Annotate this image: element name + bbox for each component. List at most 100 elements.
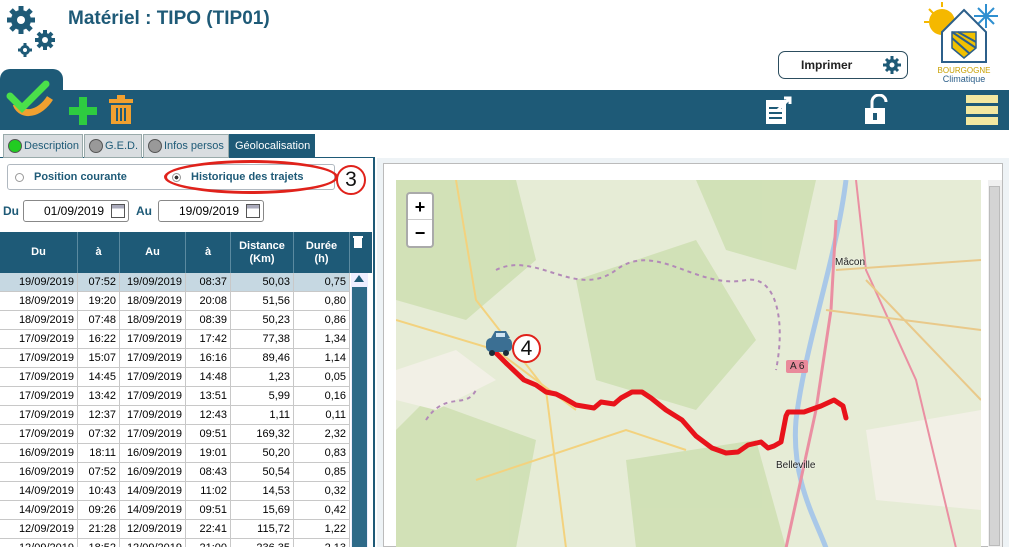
table-cell: 0,86 — [294, 311, 350, 330]
table-cell: 1,34 — [294, 330, 350, 349]
status-dot-icon — [148, 139, 162, 153]
table-row[interactable]: 12/09/2019 21:28 12/09/2019 22:41 115,72 1,22 — [0, 520, 350, 539]
table-row[interactable]: 12/09/201918:5212/09/201921:00236,352,13 — [0, 539, 350, 547]
table-cell: 50,03 — [231, 273, 294, 292]
table-cell: 12:37 — [78, 406, 120, 425]
calendar-icon[interactable] — [111, 204, 125, 218]
table-cell: 15,69 — [231, 501, 294, 520]
col-header-du[interactable]: Du — [0, 232, 78, 273]
annotation-badge-4: 4 — [512, 334, 541, 363]
map-scroll-thumb[interactable] — [989, 186, 1000, 546]
table-row[interactable]: 18/09/2019 19:20 18/09/2019 20:08 51,56 0,80 — [0, 292, 350, 311]
to-label: Au — [136, 204, 152, 218]
table-row[interactable]: 17/09/2019 16:22 17/09/2019 17:42 77,38 1,34 — [0, 330, 350, 349]
table-cell: 14/09/2019 — [0, 501, 78, 520]
col-header-a[interactable]: à — [78, 232, 120, 273]
radio-current-position[interactable]: Position courante — [15, 171, 127, 183]
unlock-icon[interactable] — [862, 94, 892, 126]
zoom-out-button[interactable]: − — [408, 220, 432, 246]
table-cell: 0,42 — [294, 501, 350, 520]
map-scrollbar[interactable] — [988, 180, 1002, 547]
table-cell: 08:37 — [186, 273, 231, 292]
table-cell: 13:51 — [186, 387, 231, 406]
table-row[interactable]: 14/09/2019 09:26 14/09/2019 09:51 15,69 0,42 — [0, 501, 350, 520]
to-date-value: 19/09/2019 — [179, 204, 240, 218]
col-header-duree[interactable]: Durée (h) — [294, 232, 350, 273]
table-cell: 14/09/2019 — [0, 482, 78, 501]
table-cell: 1,23 — [231, 368, 294, 387]
table-header: Du à Au à Distance (Km) Durée (h) — [0, 232, 372, 273]
table-cell: 16/09/2019 — [120, 444, 186, 463]
menu-icon[interactable] — [966, 94, 998, 126]
table-cell: 07:48 — [78, 311, 120, 330]
tab-ged[interactable]: G.E.D. — [84, 134, 142, 158]
table-cell: 19/09/2019 — [120, 273, 186, 292]
table-row[interactable]: 19/09/2019 07:52 19/09/2019 08:37 50,03 0,75 — [0, 273, 350, 292]
table-cell: 17/09/2019 — [0, 387, 78, 406]
table-scrollbar[interactable] — [351, 273, 368, 547]
table-cell: 115,72 — [231, 520, 294, 539]
table-cell: 77,38 — [231, 330, 294, 349]
tab-description[interactable]: Description — [3, 134, 83, 158]
table-cell: 18:11 — [78, 444, 120, 463]
tab-label: G.E.D. — [105, 140, 139, 152]
table-cell: 18/09/2019 — [120, 292, 186, 311]
export-document-icon[interactable] — [764, 96, 794, 126]
clear-sort-icon[interactable] — [353, 236, 363, 248]
scroll-up-icon[interactable] — [354, 275, 364, 282]
table-cell: 17/09/2019 — [120, 425, 186, 444]
table-cell: 07:52 — [78, 463, 120, 482]
tab-geolocalisation[interactable]: Géolocalisation — [229, 134, 315, 158]
table-row[interactable]: 17/09/2019 14:45 17/09/2019 14:48 1,23 0,05 — [0, 368, 350, 387]
tab-infos-persos[interactable]: Infos persos — [143, 134, 229, 158]
table-row[interactable]: 17/09/2019 13:42 17/09/2019 13:51 5,99 0,16 — [0, 387, 350, 406]
date-range: Du 01/09/2019 Au 19/09/2019 — [0, 198, 375, 263]
add-icon[interactable] — [68, 96, 98, 126]
table-cell: 17:42 — [186, 330, 231, 349]
table-row[interactable]: 17/09/2019 07:32 17/09/2019 09:51 169,32 2,32 — [0, 425, 350, 444]
zoom-control: + − — [406, 192, 434, 248]
table-cell: 19:20 — [78, 292, 120, 311]
print-button[interactable]: Imprimer — [778, 51, 908, 79]
col-header-au[interactable]: Au — [120, 232, 186, 273]
table-row[interactable]: 17/09/2019 12:37 17/09/2019 12:43 1,11 0,11 — [0, 406, 350, 425]
validate-check-icon[interactable] — [6, 78, 60, 118]
table-cell: 0,85 — [294, 463, 350, 482]
table-cell: 18/09/2019 — [120, 311, 186, 330]
table-cell: 12/09/2019 — [120, 539, 186, 547]
table-row[interactable]: 14/09/2019 10:43 14/09/2019 11:02 14,53 0,32 — [0, 482, 350, 501]
table-cell: 14/09/2019 — [120, 501, 186, 520]
to-date-input[interactable]: 19/09/2019 — [158, 200, 264, 222]
table-cell: 0,05 — [294, 368, 350, 387]
calendar-icon[interactable] — [246, 204, 260, 218]
table-cell: 21:00 — [186, 539, 231, 547]
table-cell: 12/09/2019 — [0, 520, 78, 539]
delete-trash-icon[interactable] — [108, 95, 134, 125]
table-row[interactable]: 17/09/2019 15:07 17/09/2019 16:16 89,46 1,14 — [0, 349, 350, 368]
table-cell: 89,46 — [231, 349, 294, 368]
scroll-thumb[interactable] — [352, 287, 367, 547]
col-header-distance[interactable]: Distance (Km) — [231, 232, 294, 273]
table-cell: 0,16 — [294, 387, 350, 406]
tab-label: Géolocalisation — [235, 140, 311, 152]
map-label-a6: A 6 — [786, 360, 809, 373]
zoom-in-button[interactable]: + — [408, 194, 432, 220]
status-dot-icon — [89, 139, 103, 153]
col-header-a2[interactable]: à — [186, 232, 231, 273]
table-cell: 16:16 — [186, 349, 231, 368]
from-date-value: 01/09/2019 — [44, 204, 105, 218]
table-cell: 16/09/2019 — [0, 444, 78, 463]
table-row[interactable]: 16/09/2019 18:11 16/09/2019 19:01 50,20 0,83 — [0, 444, 350, 463]
table-cell: 18:52 — [78, 539, 120, 547]
table-row[interactable]: 16/09/2019 07:52 16/09/2019 08:43 50,54 0,85 — [0, 463, 350, 482]
table-cell: 17/09/2019 — [120, 349, 186, 368]
map-frame: + − Mâcon Belleville A 6 4 — [383, 163, 1003, 547]
map-view[interactable] — [396, 180, 981, 547]
from-date-input[interactable]: 01/09/2019 — [23, 200, 129, 222]
table-row[interactable]: 18/09/2019 07:48 18/09/2019 08:39 50,23 0,86 — [0, 311, 350, 330]
table-cell: 2,13 — [294, 539, 350, 547]
toolbar — [0, 90, 1009, 130]
table-cell: 20:08 — [186, 292, 231, 311]
settings-gears-icon[interactable] — [5, 4, 59, 58]
annotation-highlight-ellipse — [164, 160, 338, 194]
